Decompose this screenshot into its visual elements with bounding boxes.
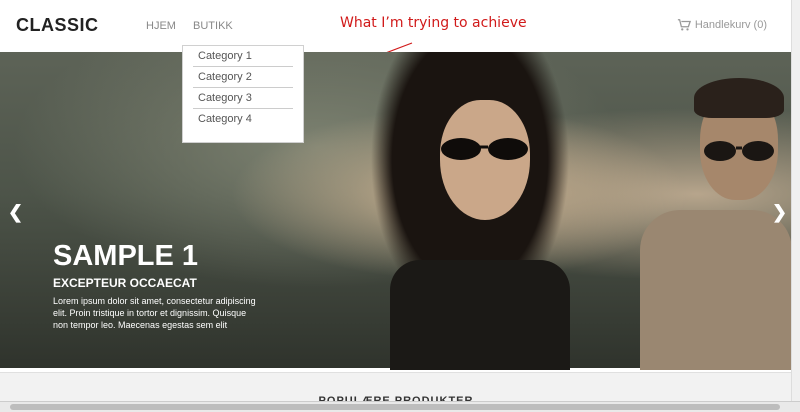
- nav-item-hjem[interactable]: HJEM: [146, 20, 176, 32]
- vertical-scrollbar[interactable]: [791, 0, 800, 411]
- dropdown-item-category-2[interactable]: Category 2: [193, 67, 293, 88]
- slider-next-arrow-icon[interactable]: ❯: [772, 202, 787, 223]
- hero-image-man: [640, 210, 792, 370]
- annotation-text: What I’m trying to achieve: [340, 15, 527, 31]
- hero-image-woman-body: [390, 260, 570, 370]
- horizontal-scrollbar[interactable]: [0, 401, 800, 412]
- horizontal-scrollbar-thumb[interactable]: [10, 404, 780, 410]
- slider-prev-arrow-icon[interactable]: ❮: [8, 202, 23, 223]
- dropdown-item-category-3[interactable]: Category 3: [193, 88, 293, 109]
- slide-title: SAMPLE 1: [53, 240, 199, 272]
- hero-image-woman-glasses: [441, 138, 528, 160]
- dropdown-item-category-1[interactable]: Category 1: [193, 46, 293, 67]
- slide-description: Lorem ipsum dolor sit amet, consectetur …: [53, 296, 256, 330]
- site-header: CLASSIC HJEM BUTIKK What I’m trying to a…: [0, 0, 792, 52]
- hero-image-man-glasses: [704, 141, 774, 161]
- nav-item-butikk[interactable]: BUTIKK: [193, 20, 233, 32]
- cart-label: Handlekurv (0): [694, 19, 767, 31]
- hero-image-man-hair: [694, 78, 784, 118]
- main-nav: HJEM BUTIKK: [146, 20, 247, 32]
- dropdown-item-category-4[interactable]: Category 4: [193, 109, 293, 129]
- cart-link[interactable]: Handlekurv (0): [677, 18, 767, 32]
- slide-subtitle: EXCEPTEUR OCCAECAT: [53, 276, 197, 290]
- site-logo[interactable]: CLASSIC: [16, 15, 99, 36]
- cart-icon: [677, 19, 691, 31]
- category-dropdown: Category 1 Category 2 Category 3 Categor…: [182, 45, 304, 143]
